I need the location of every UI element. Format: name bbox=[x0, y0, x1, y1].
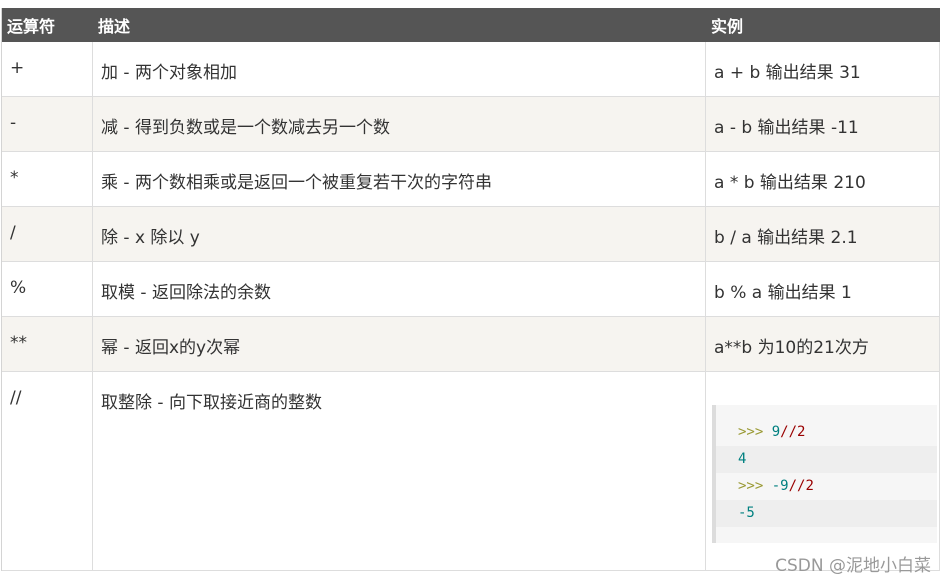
code-prompt: >>> bbox=[738, 478, 764, 494]
table-row: * 乘 - 两个数相乘或是返回一个被重复若干次的字符串 a * b 输出结果 2… bbox=[2, 152, 940, 207]
cell-description: 取模 - 返回除法的余数 bbox=[93, 262, 706, 316]
cell-example: b / a 输出结果 2.1 bbox=[706, 207, 940, 261]
cell-description: 加 - 两个对象相加 bbox=[93, 42, 706, 96]
code-number: -9 bbox=[771, 478, 789, 494]
code-line: -5 bbox=[716, 500, 937, 527]
code-number: 2 bbox=[797, 424, 806, 440]
code-prompt: >>> bbox=[738, 424, 764, 440]
cell-operator: % bbox=[2, 262, 93, 316]
cell-operator: - bbox=[2, 97, 93, 151]
cell-example: a + b 输出结果 31 bbox=[706, 42, 940, 96]
code-operator: // bbox=[788, 478, 806, 494]
cell-description: 除 - x 除以 y bbox=[93, 207, 706, 261]
table-header: 运算符 描述 实例 bbox=[2, 8, 940, 42]
cell-example: b % a 输出结果 1 bbox=[706, 262, 940, 316]
table-row: ** 幂 - 返回x的y次幂 a**b 为10的21次方 bbox=[2, 317, 940, 372]
code-line: >>> 9//2 bbox=[716, 419, 937, 446]
cell-operator: / bbox=[2, 207, 93, 261]
cell-description: 减 - 得到负数或是一个数减去另一个数 bbox=[93, 97, 706, 151]
cell-operator: // bbox=[2, 372, 93, 570]
code-number: 9 bbox=[771, 424, 781, 440]
table-row: / 除 - x 除以 y b / a 输出结果 2.1 bbox=[2, 207, 940, 262]
table-row: - 减 - 得到负数或是一个数减去另一个数 a - b 输出结果 -11 bbox=[2, 97, 940, 152]
header-description: 描述 bbox=[98, 17, 131, 36]
table-row: % 取模 - 返回除法的余数 b % a 输出结果 1 bbox=[2, 262, 940, 317]
code-line: >>> -9//2 bbox=[716, 473, 937, 500]
code-output: 4 bbox=[738, 451, 747, 467]
header-example: 实例 bbox=[711, 17, 744, 36]
cell-example: a**b 为10的21次方 bbox=[706, 317, 940, 371]
cell-operator: * bbox=[2, 152, 93, 206]
cell-description: 乘 - 两个数相乘或是返回一个被重复若干次的字符串 bbox=[93, 152, 706, 206]
code-line: 4 bbox=[716, 446, 937, 473]
table-row: + 加 - 两个对象相加 a + b 输出结果 31 bbox=[2, 42, 940, 97]
code-output: -5 bbox=[738, 505, 755, 521]
cell-operator: ** bbox=[2, 317, 93, 371]
watermark: CSDN @泥地小白菜 bbox=[775, 556, 931, 576]
code-example-block: >>> 9//2 4 >>> -9//2 -5 bbox=[712, 405, 937, 543]
header-operator: 运算符 bbox=[7, 17, 56, 36]
cell-example: a - b 输出结果 -11 bbox=[706, 97, 940, 151]
code-operator: // bbox=[780, 424, 798, 440]
code-number: 2 bbox=[805, 478, 814, 494]
cell-description: 幂 - 返回x的y次幂 bbox=[93, 317, 706, 371]
cell-operator: + bbox=[2, 42, 93, 96]
cell-description: 取整除 - 向下取接近商的整数 bbox=[93, 372, 706, 570]
cell-example: a * b 输出结果 210 bbox=[706, 152, 940, 206]
